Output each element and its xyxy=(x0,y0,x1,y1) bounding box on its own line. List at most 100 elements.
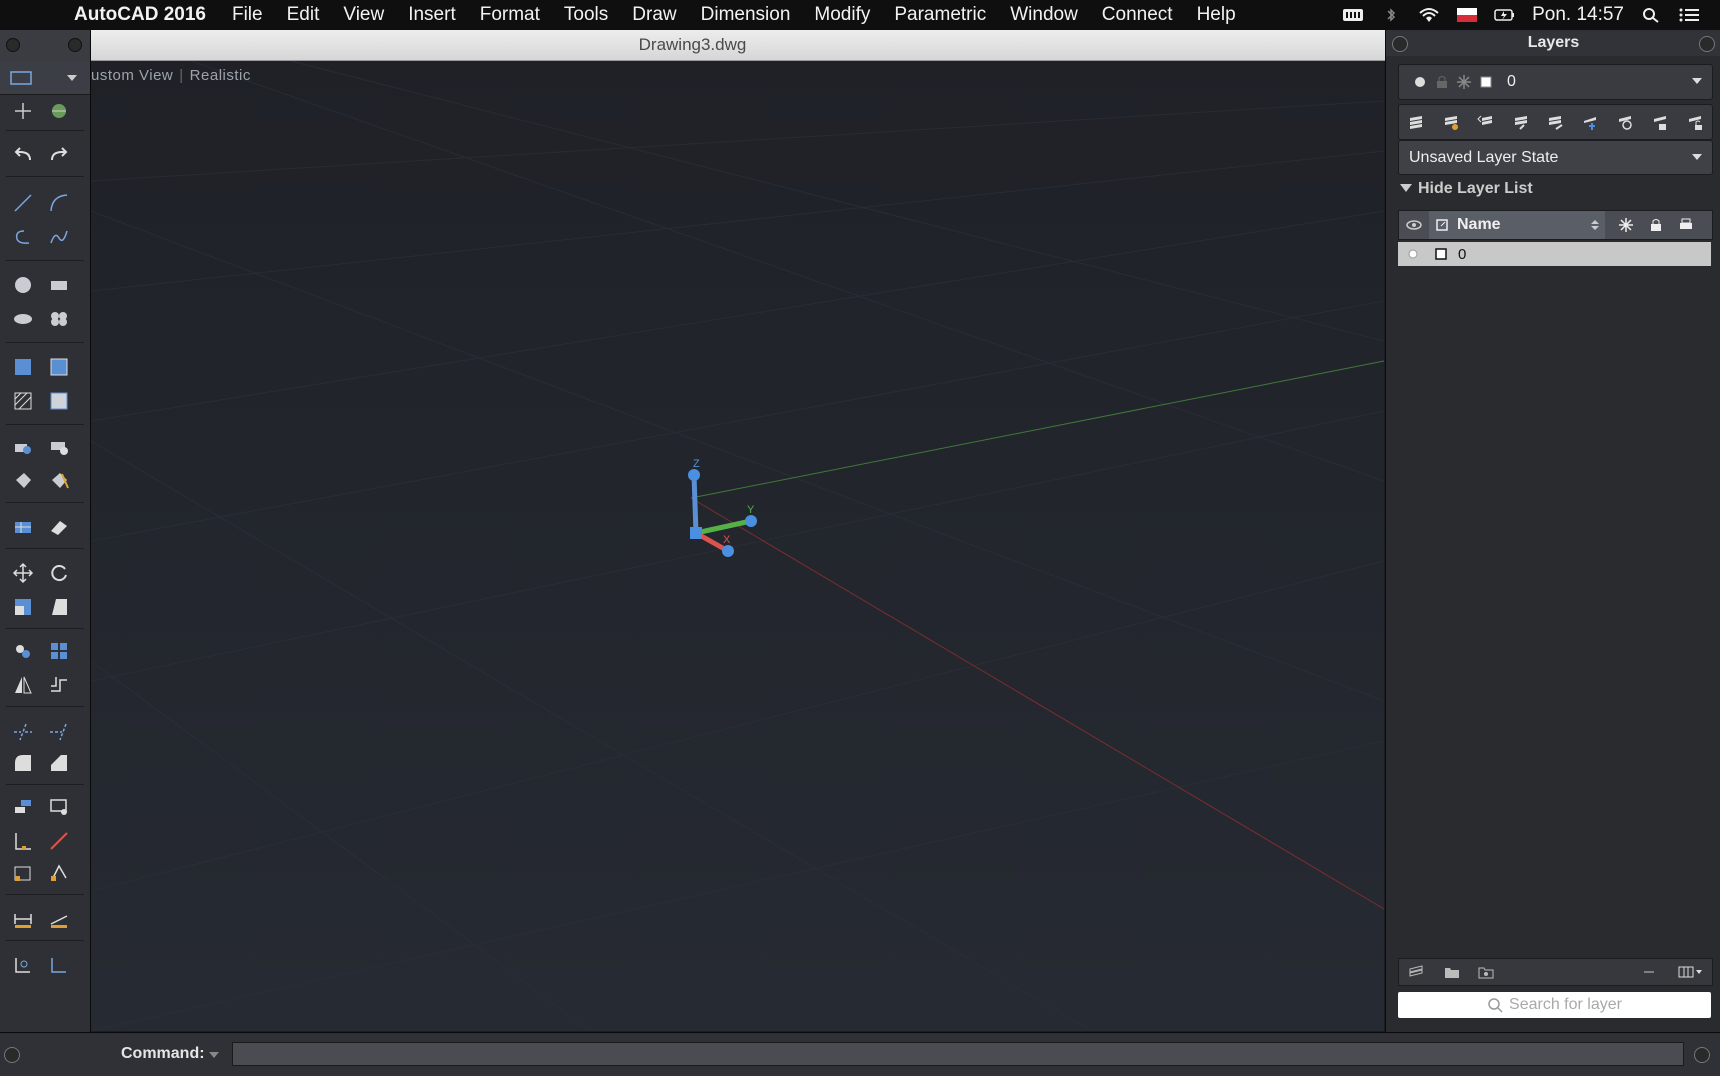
eraser-icon[interactable] xyxy=(46,514,72,540)
region-icon[interactable] xyxy=(10,354,36,380)
offset-icon[interactable] xyxy=(46,672,72,698)
circle-icon[interactable] xyxy=(10,272,36,298)
current-layer-dropdown[interactable]: 0 xyxy=(1398,64,1713,100)
command-line-options-button[interactable] xyxy=(1694,1047,1710,1063)
palette-collapse-button[interactable] xyxy=(68,38,82,52)
layer-previous-icon[interactable] xyxy=(1477,113,1495,131)
command-input[interactable] xyxy=(232,1042,1684,1066)
line-icon[interactable] xyxy=(10,190,36,216)
attribute-icon[interactable] xyxy=(10,468,36,494)
freeze-column-icon[interactable] xyxy=(1617,216,1635,234)
delete-layer-icon[interactable] xyxy=(1640,963,1658,981)
visibility-column-icon[interactable] xyxy=(1405,216,1423,234)
table-icon[interactable] xyxy=(10,514,36,540)
join-icon[interactable] xyxy=(46,794,72,820)
bluetooth-icon[interactable] xyxy=(1380,7,1402,23)
menu-modify[interactable]: Modify xyxy=(802,4,882,26)
command-history-chevron-icon[interactable] xyxy=(208,1050,220,1060)
command-line-close-button[interactable] xyxy=(4,1047,20,1063)
view-name[interactable]: ustom View xyxy=(91,67,173,84)
ucs-icon[interactable] xyxy=(46,952,72,978)
layer-properties-icon[interactable] xyxy=(1407,113,1425,131)
layer-lock-icon[interactable] xyxy=(1651,113,1669,131)
notification-center-icon[interactable] xyxy=(1678,7,1700,23)
wifi-icon[interactable] xyxy=(1418,7,1440,23)
layer-state-dropdown[interactable]: Unsaved Layer State xyxy=(1398,140,1713,175)
clock[interactable]: Pon. 14:57 xyxy=(1532,4,1624,26)
window-title-bar[interactable]: Drawing3.dwg xyxy=(0,30,1385,61)
palette-close-button[interactable] xyxy=(6,38,20,52)
panel-close-button[interactable] xyxy=(1392,36,1408,52)
drawing-viewport[interactable]: ustom View | Realistic Z Y X xyxy=(91,61,1384,1031)
panel-collapse-button[interactable] xyxy=(1699,36,1715,52)
boundary-icon[interactable] xyxy=(46,354,72,380)
plot-column-icon[interactable] xyxy=(1677,216,1695,234)
menu-connect[interactable]: Connect xyxy=(1090,4,1185,26)
extend-icon[interactable] xyxy=(46,718,72,744)
scale-icon[interactable] xyxy=(10,594,36,620)
menu-parametric[interactable]: Parametric xyxy=(882,4,998,26)
spline-icon[interactable] xyxy=(46,224,72,250)
align-icon[interactable] xyxy=(10,860,36,886)
hatch-icon[interactable] xyxy=(10,388,36,414)
app-menu[interactable]: AutoCAD 2016 xyxy=(74,4,206,26)
new-layer-icon[interactable] xyxy=(1407,963,1425,981)
layer-off-icon[interactable] xyxy=(1616,113,1634,131)
arc-icon[interactable] xyxy=(46,190,72,216)
lock-column-icon[interactable] xyxy=(1647,216,1665,234)
layer-color-swatch-icon[interactable] xyxy=(1432,245,1450,263)
layers-panel-header[interactable]: Layers xyxy=(1386,30,1720,56)
make-current-layer-icon[interactable] xyxy=(1442,113,1460,131)
new-group-folder-icon[interactable] xyxy=(1443,963,1461,981)
layer-unlock-icon[interactable] xyxy=(1686,113,1704,131)
aligned-dimension-icon[interactable] xyxy=(46,906,72,932)
visual-style[interactable]: Realistic xyxy=(190,67,251,84)
menu-insert[interactable]: Insert xyxy=(396,4,468,26)
tool-palette-header[interactable] xyxy=(0,30,90,62)
layer-isolate-icon[interactable] xyxy=(1546,113,1564,131)
new-filter-folder-icon[interactable] xyxy=(1477,963,1495,981)
menu-window[interactable]: Window xyxy=(998,4,1090,26)
ucs-gizmo[interactable]: Z Y X xyxy=(671,421,851,621)
mirror-icon[interactable] xyxy=(10,672,36,698)
rectangle-icon[interactable] xyxy=(46,272,72,298)
stretch-icon[interactable] xyxy=(46,594,72,620)
redo-icon[interactable] xyxy=(46,142,72,168)
trim-icon[interactable] xyxy=(10,718,36,744)
copy-icon[interactable] xyxy=(10,638,36,664)
layer-on-icon[interactable] xyxy=(1404,245,1422,263)
menu-format[interactable]: Format xyxy=(468,4,552,26)
menu-view[interactable]: View xyxy=(331,4,396,26)
layer-freeze-icon[interactable] xyxy=(1581,113,1599,131)
edit-polyline-icon[interactable] xyxy=(46,860,72,886)
linear-dimension-icon[interactable] xyxy=(10,906,36,932)
create-block-icon[interactable] xyxy=(46,434,72,460)
battery-icon[interactable] xyxy=(1494,7,1516,23)
revision-cloud-icon[interactable] xyxy=(46,306,72,332)
ucs-world-tool[interactable] xyxy=(46,98,72,124)
undo-icon[interactable] xyxy=(10,142,36,168)
move-icon[interactable] xyxy=(10,560,36,586)
polyline-icon[interactable] xyxy=(10,224,36,250)
spotlight-search-icon[interactable] xyxy=(1640,7,1662,23)
selection-mode-dropdown[interactable] xyxy=(0,62,90,95)
ellipse-icon[interactable] xyxy=(10,306,36,332)
name-column-header[interactable]: Name xyxy=(1429,211,1605,239)
layer-search-input[interactable]: Search for layer xyxy=(1398,992,1711,1018)
array-icon[interactable] xyxy=(46,638,72,664)
menu-draw[interactable]: Draw xyxy=(620,4,688,26)
menu-file[interactable]: File xyxy=(220,4,275,26)
chamfer-icon[interactable] xyxy=(46,750,72,776)
table-row[interactable]: 0 xyxy=(1398,242,1711,266)
menu-help[interactable]: Help xyxy=(1185,4,1248,26)
break-icon[interactable] xyxy=(46,828,72,854)
flag-pl-icon[interactable] xyxy=(1456,7,1478,23)
columns-menu-icon[interactable] xyxy=(1678,964,1704,980)
fillet-icon[interactable] xyxy=(10,750,36,776)
menu-dimension[interactable]: Dimension xyxy=(689,4,803,26)
rotate-icon[interactable] xyxy=(46,560,72,586)
wipeout-icon[interactable] xyxy=(46,388,72,414)
edit-attribute-icon[interactable] xyxy=(46,468,72,494)
lengthen-icon[interactable] xyxy=(10,828,36,854)
ucs-origin-tool[interactable] xyxy=(10,98,36,124)
